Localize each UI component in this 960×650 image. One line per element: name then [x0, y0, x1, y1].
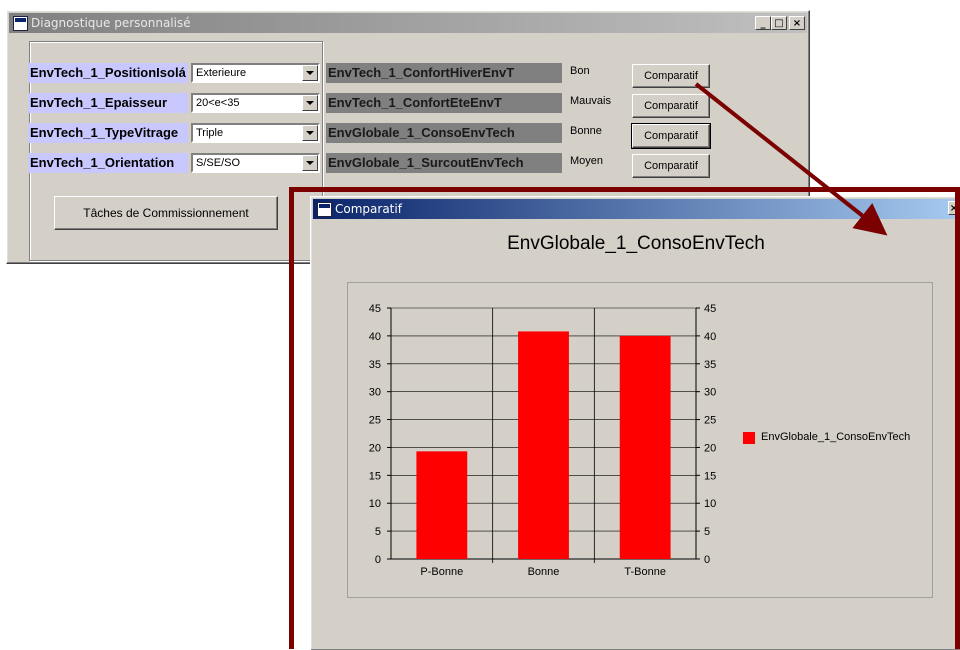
- option-combo[interactable]: Exterieure: [191, 63, 320, 83]
- chevron-down-icon[interactable]: [302, 95, 318, 111]
- comparatif-button[interactable]: Comparatif: [632, 64, 710, 88]
- comparatif-button[interactable]: Comparatif: [632, 154, 710, 178]
- minimize-button[interactable]: _: [755, 16, 771, 30]
- option-label: EnvTech_1_PositionIsolá: [28, 63, 188, 83]
- comparatif-button[interactable]: Comparatif: [632, 94, 710, 118]
- combo-value: Exterieure: [196, 67, 247, 79]
- option-combo[interactable]: Triple: [191, 123, 320, 143]
- window-title: Diagnostique personnalisé: [31, 16, 191, 30]
- annotation-highlight-frame: [289, 187, 960, 649]
- status-text: Moyen: [570, 155, 604, 167]
- chevron-down-icon[interactable]: [302, 125, 318, 141]
- status-text: Bonne: [570, 125, 602, 137]
- chevron-down-icon[interactable]: [302, 65, 318, 81]
- option-combo[interactable]: 20<e<35: [191, 93, 320, 113]
- chevron-down-icon[interactable]: [302, 155, 318, 171]
- status-text: Mauvais: [570, 95, 611, 107]
- combo-value: 20<e<35: [196, 97, 240, 109]
- app-icon: [13, 16, 28, 31]
- comparatif-button[interactable]: Comparatif: [631, 123, 711, 149]
- indicator-label: EnvTech_1_ConfortEteEnvT: [326, 93, 562, 113]
- status-text: Bon: [570, 65, 590, 77]
- option-label: EnvTech_1_Epaisseur: [28, 93, 188, 113]
- combo-value: S/SE/SO: [196, 157, 241, 169]
- close-button[interactable]: ×: [789, 16, 805, 30]
- indicator-label: EnvGlobale_1_SurcoutEnvTech: [326, 153, 562, 173]
- combo-value: Triple: [196, 127, 224, 139]
- option-label: EnvTech_1_Orientation: [28, 153, 188, 173]
- option-combo[interactable]: S/SE/SO: [191, 153, 320, 173]
- indicator-label: EnvGlobale_1_ConsoEnvTech: [326, 123, 562, 143]
- indicator-label: EnvTech_1_ConfortHiverEnvT: [326, 63, 562, 83]
- option-label: EnvTech_1_TypeVitrage: [28, 123, 188, 143]
- maximize-button[interactable]: □: [771, 16, 787, 30]
- diagnostic-title-bar[interactable]: Diagnostique personnalisé _ □ ×: [9, 13, 807, 33]
- commissionnement-button[interactable]: Tâches de Commissionnement: [54, 196, 278, 230]
